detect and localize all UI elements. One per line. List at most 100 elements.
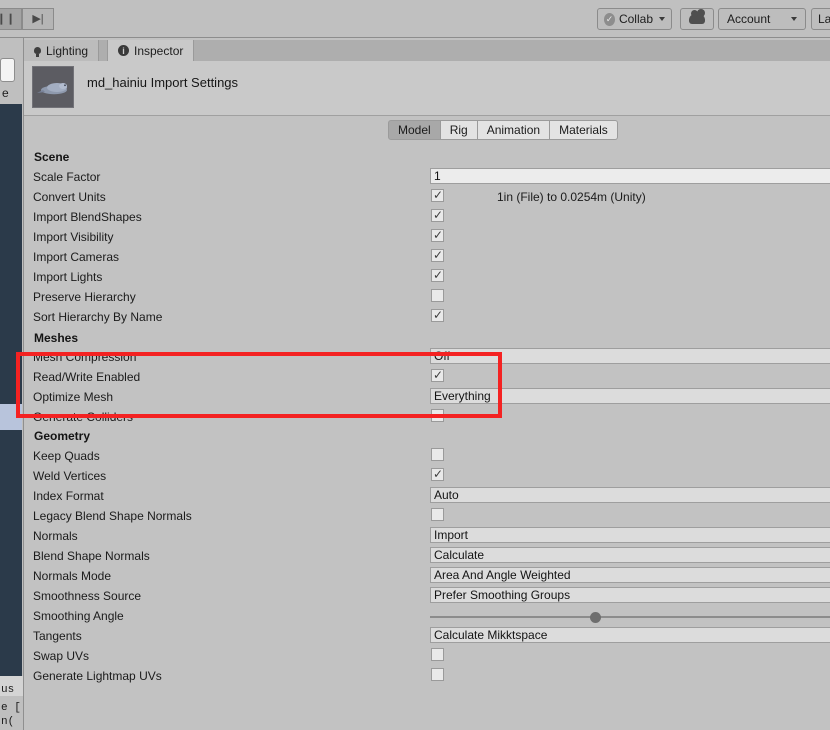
tab-rig-label: Rig	[449, 123, 468, 137]
row-label-legacy-blend-shape-normals: Legacy Blend Shape Normals	[33, 509, 192, 523]
step-forward-icon: ▶|	[32, 12, 44, 25]
check-icon: ✓	[433, 188, 444, 202]
row-label-weld-vertices: Weld Vertices	[33, 469, 107, 483]
check-icon: ✓	[433, 268, 444, 282]
tab-materials[interactable]: Materials	[550, 120, 618, 140]
field-optimize-mesh[interactable]: Everything	[430, 388, 830, 404]
tab-inspector-label: Inspector	[134, 43, 184, 58]
checkbox-generate-lightmap-uvs[interactable]	[431, 668, 444, 681]
row-label-import-visibility: Import Visibility	[33, 230, 114, 244]
section-title-meshes: Meshes	[34, 331, 79, 345]
checkbox-generate-colliders[interactable]	[431, 409, 444, 422]
row-label-preserve-hierarchy: Preserve Hierarchy	[33, 290, 136, 304]
tab-lighting-label: Lighting	[46, 43, 89, 58]
row-label-import-cameras: Import Cameras	[33, 250, 120, 264]
tab-rig[interactable]: Rig	[440, 120, 478, 140]
row-label-normals: Normals	[33, 529, 78, 543]
check-circle-icon: ✓	[604, 12, 615, 26]
playback-controls: ❙❙ ▶|	[0, 8, 54, 30]
checkbox-import-lights[interactable]: ✓	[431, 268, 444, 282]
account-button[interactable]: Account	[718, 8, 806, 30]
check-icon: ✓	[433, 248, 444, 262]
check-icon: ✓	[433, 467, 444, 481]
row-label-read-write-enabled: Read/Write Enabled	[33, 370, 141, 384]
checkbox-import-visibility[interactable]: ✓	[431, 228, 444, 242]
left-rounded-field[interactable]	[0, 58, 15, 82]
row-label-generate-lightmap-uvs: Generate Lightmap UVs	[33, 669, 162, 683]
row-label-convert-units: Convert Units	[33, 190, 106, 204]
tab-materials-label: Materials	[559, 123, 608, 137]
check-icon: ✓	[433, 308, 444, 322]
cloud-button[interactable]	[680, 8, 714, 30]
pause-icon: ❙❙	[0, 12, 16, 25]
seagull-model-thumbnail	[37, 83, 67, 95]
row-label-index-format: Index Format	[33, 489, 104, 503]
row-label-sort-hierarchy-by-name: Sort Hierarchy By Name	[33, 310, 163, 324]
checkbox-weld-vertices[interactable]: ✓	[431, 467, 444, 481]
checkbox-sort-hierarchy-by-name[interactable]: ✓	[431, 308, 444, 322]
checkbox-keep-quads[interactable]	[431, 448, 444, 461]
tab-animation-label: Animation	[486, 123, 541, 137]
import-settings-panel: Model Rig Animation Materials Scene Scal…	[24, 116, 830, 730]
chevron-down-icon	[791, 17, 797, 21]
checkbox-swap-uvs[interactable]	[431, 648, 444, 661]
field-normals[interactable]: Import	[430, 527, 830, 543]
importer-tab-strip: Model Rig Animation Materials	[388, 120, 618, 140]
collab-label: Collab	[618, 12, 653, 26]
row-label-optimize-mesh: Optimize Mesh	[33, 390, 114, 404]
slider-handle[interactable]	[590, 612, 602, 623]
unity-editor-window: e us e [ n( ❙❙ ▶| ✓ Collab Account Lay	[0, 0, 830, 730]
field-normals-mode[interactable]: Area And Angle Weighted	[430, 567, 830, 583]
panel-tab-bar: Lighting i Inspector	[24, 40, 830, 61]
info-icon: i	[118, 45, 129, 56]
check-icon: ✓	[433, 228, 444, 242]
field-blend-shape-normals[interactable]: Calculate	[430, 547, 830, 563]
note-convert-units: 1in (File) to 0.0254m (Unity)	[497, 190, 646, 204]
row-label-mesh-compression: Mesh Compression	[33, 350, 137, 364]
row-label-blend-shape-normals: Blend Shape Normals	[33, 549, 150, 563]
field-scale-factor[interactable]: 1	[430, 168, 830, 184]
main-toolbar: ❙❙ ▶| ✓ Collab Account Lay	[0, 0, 830, 38]
checkbox-import-blendshapes[interactable]: ✓	[431, 208, 444, 222]
row-label-keep-quads: Keep Quads	[33, 449, 100, 463]
field-mesh-compression[interactable]: Off	[430, 348, 830, 364]
code-editor-peek	[0, 104, 22, 680]
checkbox-preserve-hierarchy[interactable]	[431, 289, 444, 302]
tab-inspector[interactable]: i Inspector	[107, 40, 195, 61]
field-tangents[interactable]: Calculate Mikktspace	[430, 627, 830, 643]
pause-button[interactable]: ❙❙	[0, 8, 22, 30]
code-fragment-1: us	[1, 684, 15, 696]
field-smoothness-source[interactable]: Prefer Smoothing Groups	[430, 587, 830, 603]
checkbox-convert-units[interactable]: ✓	[431, 188, 444, 202]
row-label-import-lights: Import Lights	[33, 270, 103, 284]
light-bulb-icon	[34, 47, 41, 57]
section-title-geometry: Geometry	[34, 429, 91, 443]
chevron-down-icon	[659, 17, 665, 21]
code-selection-highlight	[0, 404, 22, 430]
check-icon: ✓	[433, 368, 444, 382]
row-label-smoothing-angle: Smoothing Angle	[33, 609, 124, 623]
slider-smoothing-angle[interactable]	[430, 612, 830, 623]
checkbox-read-write-enabled[interactable]: ✓	[431, 368, 444, 382]
cloud-icon	[689, 9, 705, 24]
row-label-import-blendshapes: Import BlendShapes	[33, 210, 142, 224]
account-label: Account	[727, 12, 771, 26]
collab-button[interactable]: ✓ Collab	[597, 8, 672, 30]
tab-model[interactable]: Model	[388, 120, 441, 140]
row-label-generate-colliders: Generate Colliders	[33, 410, 134, 424]
row-label-smoothness-source: Smoothness Source	[33, 589, 142, 603]
left-edge-strip: e us e [ n(	[0, 0, 24, 730]
model-thumbnail[interactable]	[32, 66, 74, 108]
step-button[interactable]: ▶|	[22, 8, 54, 30]
code-fragment-3: n(	[1, 716, 15, 728]
left-edge-label: e	[2, 86, 9, 100]
tab-lighting[interactable]: Lighting	[24, 40, 100, 61]
inspector-header: md_hainiu Import Settings	[24, 61, 830, 116]
code-fragment-2: e [	[1, 702, 21, 714]
layout-button[interactable]: Lay	[811, 8, 830, 30]
checkbox-legacy-blend-shape-normals[interactable]	[431, 508, 444, 521]
section-title-scene: Scene	[34, 150, 70, 164]
field-index-format[interactable]: Auto	[430, 487, 830, 503]
checkbox-import-cameras[interactable]: ✓	[431, 248, 444, 262]
tab-animation[interactable]: Animation	[477, 120, 551, 140]
